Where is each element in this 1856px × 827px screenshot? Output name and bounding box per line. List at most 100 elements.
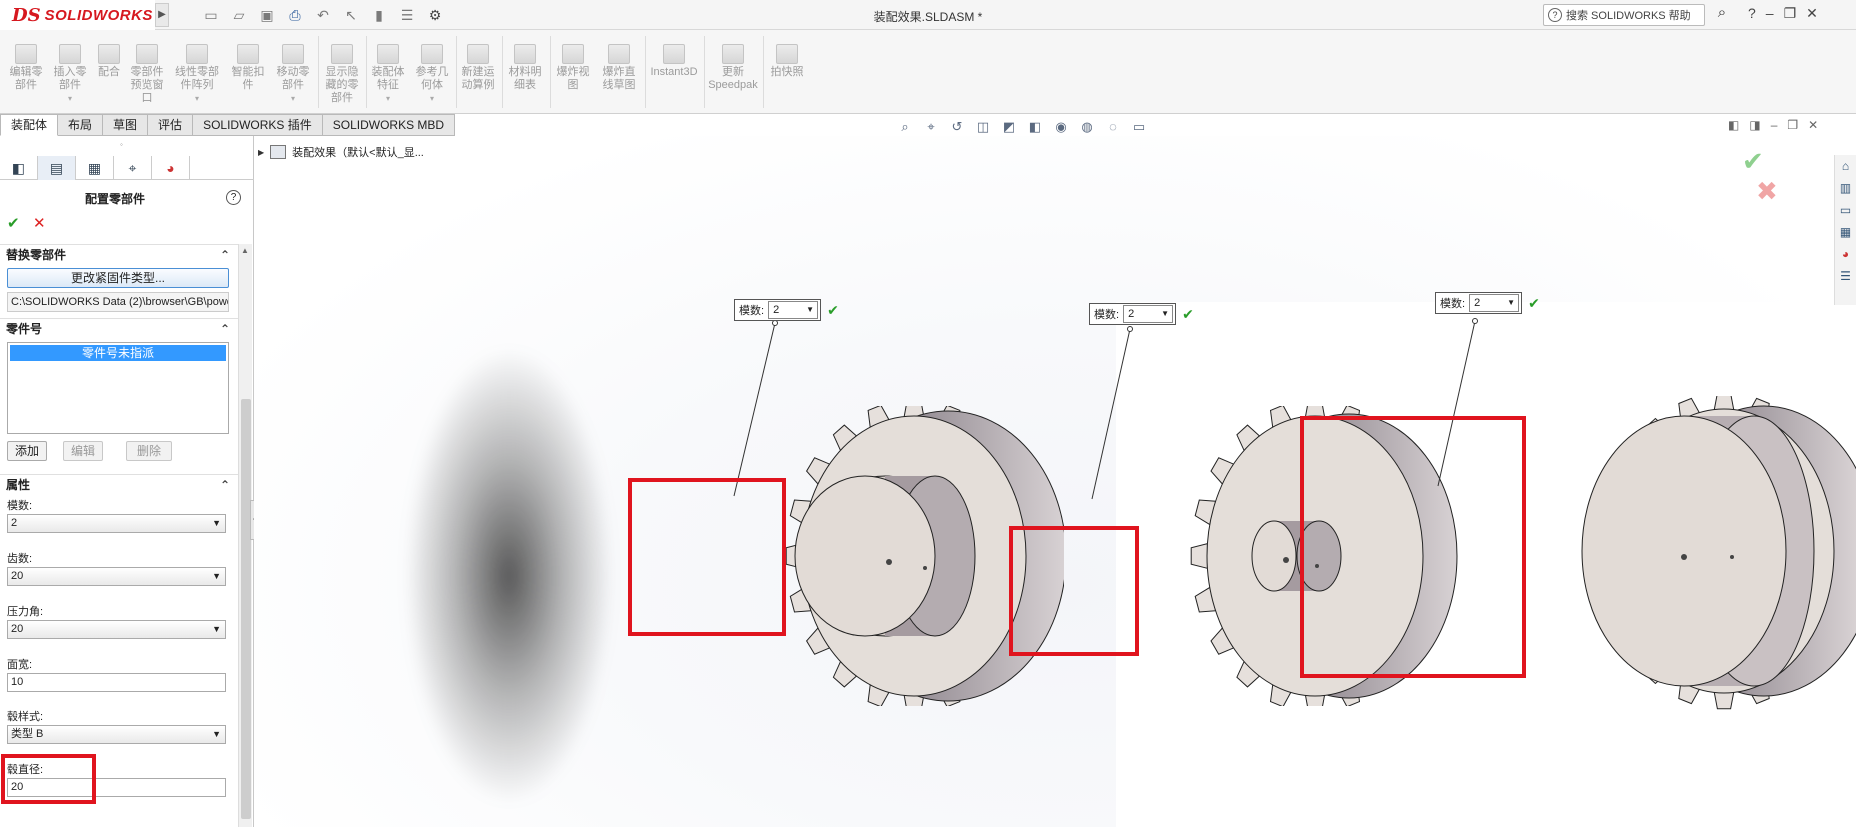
viewport-minimize-icon[interactable]: – (1771, 118, 1778, 132)
callout-accept-icon[interactable]: ✔ (1182, 306, 1194, 323)
show-hidden-components-button[interactable]: 显示隐 藏的零 部件 (320, 44, 364, 105)
module-callout-2[interactable]: 模数: 2 ▼ ✔ (1089, 303, 1194, 325)
file-explorer-icon[interactable]: ▭ (1835, 199, 1856, 221)
take-snapshot-button[interactable]: 拍快照 (765, 44, 809, 79)
teeth-select[interactable]: 20 ▼ (7, 567, 226, 586)
apply-scene-icon[interactable]: ◌ (1103, 118, 1123, 136)
tab-mbd[interactable]: SOLIDWORKS MBD (322, 114, 456, 136)
view-orientation-icon[interactable]: ◩ (999, 118, 1019, 136)
design-library-icon[interactable]: ▥ (1835, 177, 1856, 199)
reference-geometry-button[interactable]: 参考几 何体 ▾ (412, 44, 452, 105)
delete-button[interactable]: 删除 (126, 441, 172, 461)
callout-dropdown[interactable]: 2 ▼ (1469, 294, 1520, 312)
home-icon[interactable]: ⌂ (1835, 155, 1856, 177)
replace-component-group[interactable]: 替换零部件 ⌃ (0, 244, 238, 264)
mate-button[interactable]: 配合 (94, 44, 124, 79)
tab-layout[interactable]: 布局 (58, 114, 104, 136)
restore-button[interactable]: ❐ (1784, 5, 1797, 22)
edit-component-button[interactable]: 编辑零 部件 (6, 44, 46, 92)
graphics-area[interactable]: ▶ 装配效果（默认<默认_显... 模数: 2 ▼ ✔ 模数: 2 ▼ ✔ 模数… (254, 136, 1856, 827)
new-motion-study-button[interactable]: 新建运 动算例 (458, 44, 498, 92)
module-callout-1[interactable]: 模数: 2 ▼ ✔ (734, 299, 839, 321)
properties-group[interactable]: 属性 ⌃ (0, 474, 238, 494)
callout-accept-icon[interactable]: ✔ (827, 302, 839, 319)
hub-style-select[interactable]: 类型 B ▼ (7, 725, 226, 744)
module-select[interactable]: 2 ▼ (7, 514, 226, 533)
edit-button[interactable]: 编辑 (63, 441, 103, 461)
ribbon-separator (502, 36, 503, 108)
help-icon[interactable]: ? (226, 190, 241, 205)
linear-pattern-button[interactable]: 线性零部 件阵列 ▾ (172, 44, 222, 105)
list-item[interactable]: 零件号未指派 (10, 345, 226, 361)
view-settings-icon[interactable]: ▭ (1129, 118, 1149, 136)
appearances-icon[interactable]: ◕ (1835, 243, 1856, 265)
feature-manager-tab-icon[interactable]: ◧ (0, 156, 38, 180)
confirmation-accept-icon[interactable]: ✔ (1742, 146, 1764, 177)
callout-dropdown[interactable]: 2 ▼ (1123, 305, 1174, 323)
confirmation-reject-icon[interactable]: ✖ (1756, 176, 1778, 207)
hide-show-items-icon[interactable]: ◉ (1051, 118, 1071, 136)
view-palette-icon[interactable]: ▦ (1835, 221, 1856, 243)
custom-properties-icon[interactable]: ☰ (1835, 265, 1856, 287)
module-callout-3[interactable]: 模数: 2 ▼ ✔ (1435, 292, 1540, 314)
print-icon[interactable]: ⎙ (284, 5, 306, 25)
help-button[interactable]: ? (1748, 5, 1756, 22)
instant3d-button[interactable]: Instant3D (647, 44, 701, 79)
smart-fasteners-button[interactable]: 智能扣 件 (228, 44, 268, 92)
pressure-angle-select[interactable]: 20 ▼ (7, 620, 226, 639)
undo-icon[interactable]: ↶ (312, 5, 334, 25)
previous-view-icon[interactable]: ↺ (947, 118, 967, 136)
tab-addins[interactable]: SOLIDWORKS 插件 (193, 114, 323, 136)
face-width-field[interactable]: 10 (7, 673, 226, 692)
change-fastener-type-button[interactable]: 更改紧固件类型... (7, 268, 229, 288)
tab-assembly[interactable]: 装配体 (0, 114, 59, 136)
scroll-thumb[interactable] (241, 399, 251, 819)
part-number-list[interactable]: 零件号未指派 (7, 342, 229, 434)
display-style-icon[interactable]: ◧ (1025, 118, 1045, 136)
close-button[interactable]: ✕ (1806, 5, 1818, 22)
scroll-up-icon[interactable]: ▲ (241, 246, 249, 255)
save-icon[interactable]: ▣ (256, 5, 278, 25)
panel-grip[interactable]: ◦ (120, 140, 123, 149)
menu-expand-icon[interactable]: ▶ (155, 3, 169, 27)
viewport-close-icon[interactable]: ✕ (1808, 118, 1818, 132)
viewport-prev-icon[interactable]: ◧ (1728, 118, 1739, 132)
assembly-features-button[interactable]: 装配体 特征 ▾ (368, 44, 408, 105)
solidworks-logo[interactable]: DS SOLIDWORKS (0, 0, 155, 30)
bill-of-materials-button[interactable]: 材料明 细表 (504, 44, 546, 92)
select-icon[interactable]: ↖ (340, 5, 362, 25)
component-preview-icon (136, 44, 158, 64)
rebuild-icon[interactable]: ▮ (368, 5, 390, 25)
explode-line-sketch-button[interactable]: 爆炸直 线草图 (596, 44, 642, 92)
ok-check-icon[interactable]: ✔ (7, 214, 20, 232)
display-manager-tab-icon[interactable]: ◕ (152, 156, 190, 180)
help-search-input[interactable]: ? 搜索 SOLIDWORKS 帮助 (1543, 4, 1705, 26)
part-number-group[interactable]: 零件号 ⌃ (0, 318, 238, 338)
section-view-icon[interactable]: ◫ (973, 118, 993, 136)
minimize-button[interactable]: – (1766, 5, 1774, 22)
dimxpert-tab-icon[interactable]: ⌖ (114, 156, 152, 180)
zoom-to-area-icon[interactable]: ⌖ (921, 118, 941, 136)
add-button[interactable]: 添加 (7, 441, 47, 461)
zoom-to-fit-icon[interactable]: ⌕ (895, 118, 915, 136)
move-component-button[interactable]: 移动零 部件 ▾ (272, 44, 314, 105)
open-icon[interactable]: ▱ (228, 5, 250, 25)
search-icon[interactable]: ⌕ (1707, 4, 1737, 26)
component-preview-button[interactable]: 零部件 预览窗 口 (126, 44, 168, 105)
tab-evaluate[interactable]: 评估 (148, 114, 194, 136)
options-icon[interactable]: ⚙ (424, 5, 446, 25)
cancel-x-icon[interactable]: ✕ (33, 214, 46, 232)
callout-accept-icon[interactable]: ✔ (1528, 295, 1540, 312)
property-manager-tab-icon[interactable]: ▤ (38, 156, 76, 180)
viewport-next-icon[interactable]: ◨ (1749, 118, 1760, 132)
exploded-view-button[interactable]: 爆炸视 图 (552, 44, 594, 92)
file-props-icon[interactable]: ☰ (396, 5, 418, 25)
tab-sketch[interactable]: 草图 (103, 114, 149, 136)
new-icon[interactable]: ▭ (200, 5, 222, 25)
update-speedpak-button[interactable]: 更新 Speedpak (706, 44, 760, 92)
insert-component-button[interactable]: 插入零 部件 ▾ (48, 44, 92, 105)
callout-dropdown[interactable]: 2 ▼ (768, 301, 819, 319)
configuration-manager-tab-icon[interactable]: ▦ (76, 156, 114, 180)
edit-appearance-icon[interactable]: ◍ (1077, 118, 1097, 136)
viewport-restore-icon[interactable]: ❐ (1787, 118, 1798, 132)
